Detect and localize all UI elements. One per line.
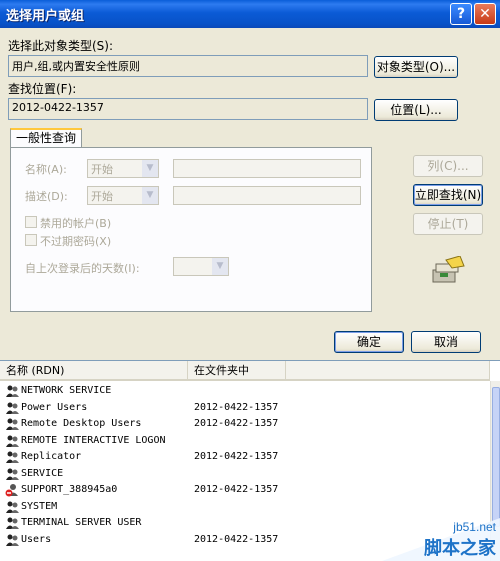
column-header-filler [286,361,490,381]
row-folder: 2012-0422-1357 [194,533,279,545]
group-icon [6,451,19,463]
tab-common-queries[interactable]: 一般性查询 [10,128,82,148]
close-button[interactable]: ✕ [474,3,496,25]
title-bar[interactable]: 选择用户或组 ? ✕ [0,0,500,28]
group-icon [6,501,19,513]
row-name: Users [21,533,52,545]
group-icon [6,418,19,430]
question-icon: ? [456,6,466,22]
chevron-down-icon: ▼ [212,258,228,275]
watermark-site: jb51.net [453,520,496,534]
cancel-button[interactable]: 取消 [411,331,481,353]
table-row[interactable]: Remote Desktop Users 2012-0422-1357 [0,416,490,433]
non-expiring-password-checkbox[interactable] [25,234,37,246]
column-header-folder[interactable]: 在文件夹中 [188,361,286,381]
column-header-name[interactable]: 名称 (RDN) [0,361,188,381]
table-row[interactable]: NETWORK SERVICE [0,383,490,400]
columns-button[interactable]: 列(C)... [413,155,483,177]
watermark: jb51.net 脚本之家 [382,518,500,561]
row-name: Power Users [21,401,88,413]
help-button[interactable]: ? [450,3,472,25]
name-label: 名称(A): [25,163,67,176]
table-row[interactable]: Replicator 2012-0422-1357 [0,449,490,466]
chevron-down-icon: ▼ [142,160,158,177]
disabled-accounts-label: 禁用的帐户(B) [40,217,112,230]
window-title: 选择用户或组 [6,9,85,24]
row-name: SUPPORT_388945a0 [21,484,118,495]
group-icon [6,385,19,397]
disabled-user-icon [5,484,18,497]
row-folder: 2012-0422-1357 [194,401,279,413]
row-folder: 2012-0422-1357 [194,484,279,495]
days-since-logon-label: 自上次登录后的天数(I): [25,262,140,275]
scrollbar-thumb[interactable] [492,387,500,527]
description-operator-value: 开始 [91,190,113,203]
object-type-field: 用户,组,或内置安全性原则 [8,55,368,77]
location-field: 2012-0422-1357 [8,98,368,120]
group-icon [6,534,19,546]
watermark-brand: 脚本之家 [424,538,496,559]
row-name: SYSTEM [21,500,58,512]
row-name: Remote Desktop Users [21,418,142,429]
name-operator-value: 开始 [91,163,113,176]
chevron-down-icon: ▼ [142,187,158,204]
table-row[interactable]: SERVICE [0,466,490,483]
locations-button[interactable]: 位置(L)... [374,99,458,121]
row-name: REMOTE INTERACTIVE LOGON [21,434,166,446]
common-queries-panel: 名称(A): 开始 ▼ 描述(D): 开始 ▼ 禁用的帐户(B) 不过期密码(X… [10,147,372,312]
description-label: 描述(D): [25,190,68,203]
row-name: NETWORK SERVICE [21,385,112,396]
row-folder: 2012-0422-1357 [194,451,279,462]
location-label: 查找位置(F): [8,82,77,96]
group-icon [6,468,19,480]
search-flashlight-icon [432,256,465,283]
description-operator-select[interactable]: 开始 ▼ [87,186,159,205]
table-row[interactable]: Power Users 2012-0422-1357 [0,400,490,417]
description-input[interactable] [173,186,361,205]
days-since-logon-select[interactable]: ▼ [173,257,229,276]
close-icon: ✕ [479,6,491,22]
row-name: TERMINAL SERVER USER [21,517,142,528]
name-input[interactable] [173,159,361,178]
table-row[interactable]: SUPPORT_388945a0 2012-0422-1357 [0,482,490,499]
disabled-accounts-checkbox[interactable] [25,216,37,228]
stop-button[interactable]: 停止(T) [413,213,483,235]
table-row[interactable]: SYSTEM [0,499,490,516]
group-icon [6,517,19,529]
table-row[interactable]: REMOTE INTERACTIVE LOGON [0,433,490,450]
row-name: SERVICE [21,467,64,479]
row-name: Replicator [21,451,82,462]
object-type-label: 选择此对象类型(S): [8,39,114,53]
group-icon [6,435,19,447]
find-now-button[interactable]: 立即查找(N) [413,184,483,206]
row-folder: 2012-0422-1357 [194,418,279,429]
non-expiring-password-label: 不过期密码(X) [40,235,112,248]
name-operator-select[interactable]: 开始 ▼ [87,159,159,178]
group-icon [6,402,19,414]
object-types-button[interactable]: 对象类型(O)... [374,56,458,78]
ok-button[interactable]: 确定 [334,331,404,353]
